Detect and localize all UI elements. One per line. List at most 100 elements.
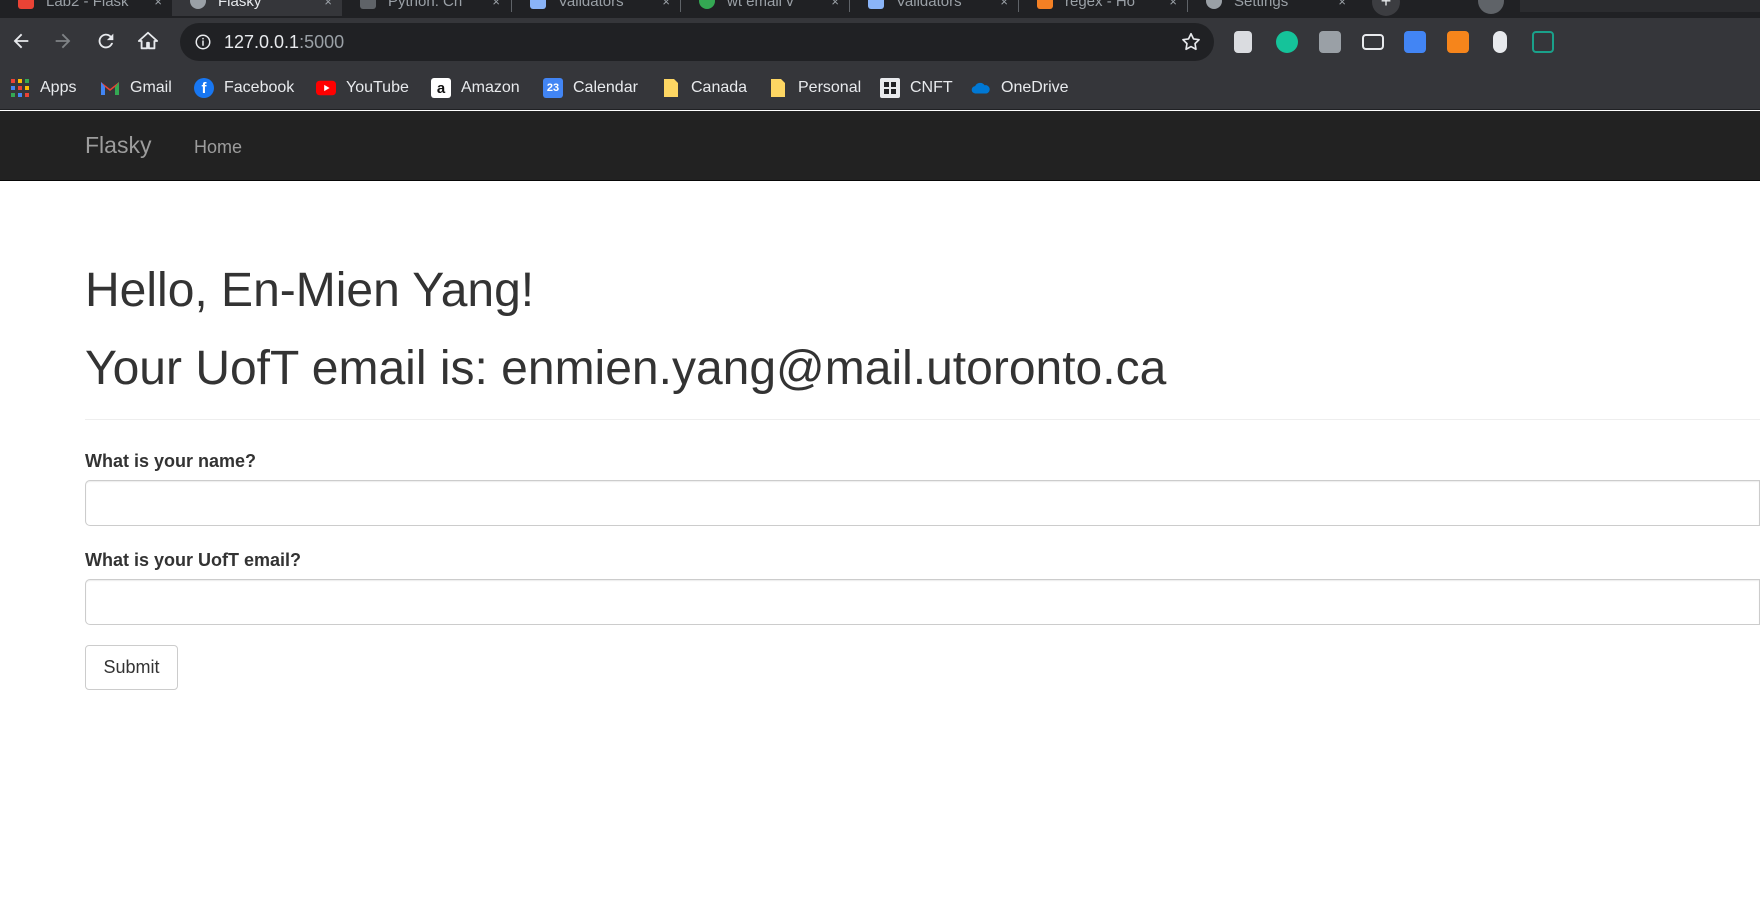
tab-title: Python: Ch [388,0,463,10]
bookmark-label: Gmail [130,79,172,96]
back-button[interactable] [6,26,36,56]
tab-flasky[interactable]: Flasky × [172,0,342,16]
tab-favicon-icon [530,0,546,9]
bookmark-label: YouTube [346,79,409,96]
info-icon[interactable] [194,33,212,51]
close-icon[interactable]: × [154,0,162,9]
window-controls [1520,0,1760,12]
bookmark-label: Canada [691,79,748,96]
apps-grid-icon [10,78,30,98]
tab-title: Flasky [218,0,262,10]
bookmark-label: Amazon [461,79,520,96]
bookmark-label: Facebook [224,79,295,96]
reload-button[interactable] [91,26,121,56]
tab-python[interactable]: Python: Ch × [342,0,510,16]
tab-validators-2[interactable]: Validators × [850,0,1018,16]
bookmark-canada[interactable]: Canada [661,75,747,101]
tab-favicon-icon [699,0,715,9]
email-heading: Your UofT email is: enmien.yang@mail.uto… [85,342,1167,395]
window-extension-icon[interactable] [1404,31,1426,53]
forward-arrow-icon [55,33,71,49]
gear-icon [1206,0,1222,9]
youtube-icon [316,78,336,98]
new-tab-button[interactable]: + [1372,0,1400,16]
tab-favicon-icon [868,0,884,9]
bookmark-apps[interactable]: Apps [10,75,76,101]
font-extension-icon[interactable] [1319,31,1341,53]
tab-title: Validators [558,0,624,10]
bookmark-gmail[interactable]: Gmail [100,75,172,101]
tab-favicon-icon [1037,0,1053,9]
back-arrow-icon [13,33,29,49]
calendar-icon: 23 [543,78,563,98]
close-icon[interactable]: × [324,0,332,9]
tab-title: Settings [1234,0,1289,10]
grammarly-icon[interactable] [1276,31,1298,53]
n-extension-icon[interactable] [1532,31,1554,53]
name-input[interactable] [85,480,1760,526]
tab-title: Validators [896,0,962,10]
bookmark-calendar[interactable]: 23 Calendar [543,75,638,101]
tab-settings[interactable]: Settings × [1188,0,1356,16]
bookmark-onedrive[interactable]: OneDrive [971,75,1069,101]
bookmarks-bar: Apps Gmail f Facebook YouTube a Amazon 2… [0,66,1760,110]
tab-favicon-icon [360,0,376,9]
bookmark-label: Calendar [573,79,638,96]
onedrive-icon [971,78,991,98]
amazon-icon: a [431,78,451,98]
close-icon[interactable]: × [1000,0,1008,9]
folder-icon [661,78,681,98]
url-text: 127.0.0.1:5000 [224,32,344,53]
reload-icon [98,33,114,49]
bookmark-facebook[interactable]: f Facebook [194,75,294,101]
metamask-icon[interactable] [1447,31,1469,53]
address-bar[interactable]: 127.0.0.1:5000 [180,23,1214,61]
clapper-icon[interactable] [1362,34,1384,50]
url-host: 127.0.0.1 [224,32,300,52]
name-label: What is your name? [85,451,257,471]
profile-avatar[interactable] [1478,0,1504,14]
url-port: :5000 [299,32,345,52]
bookmark-personal[interactable]: Personal [768,75,861,101]
close-icon[interactable]: × [831,0,839,9]
mouse-extension-icon[interactable] [1493,31,1507,53]
divider [85,419,1760,420]
bookmark-label: Personal [798,79,862,96]
gmail-icon [100,78,120,98]
bookmark-star-icon[interactable] [1180,31,1202,53]
nav-home-link[interactable]: Home [194,137,242,158]
facebook-icon: f [194,78,214,98]
forward-button[interactable] [48,26,78,56]
close-icon[interactable]: × [492,0,500,9]
tab-validators[interactable]: Validators × [512,0,680,16]
submit-button[interactable]: Submit [85,645,178,690]
close-icon[interactable]: × [1169,0,1177,9]
tab-favicon-icon [190,0,206,9]
home-button[interactable] [133,26,163,56]
home-icon [137,31,159,50]
browser-toolbar: 127.0.0.1:5000 [0,18,1760,66]
tab-regex[interactable]: regex - Ho × [1019,0,1187,16]
tab-strip: Lab2 - Flask × Flasky × Python: Ch × Val… [0,0,1760,18]
email-label: What is your UofT email? [85,550,302,570]
bookmark-amazon[interactable]: a Amazon [431,75,520,101]
close-icon[interactable]: × [662,0,670,9]
tab-favicon-icon [18,0,34,9]
bookmark-label: CNFT [910,79,953,96]
bookmark-label: Apps [40,79,77,96]
brand-link[interactable]: Flasky [85,132,151,159]
close-icon[interactable]: × [1338,0,1346,9]
page-extension-icon[interactable] [1234,31,1252,53]
greeting-heading: Hello, En-Mien Yang! [85,264,535,317]
folder-icon [768,78,788,98]
tab-wt-email[interactable]: wt email v × [681,0,849,16]
bookmark-cnft[interactable]: CNFT [880,75,953,101]
email-input[interactable] [85,579,1760,625]
tab-title: Lab2 - Flask [46,0,129,10]
tab-lab2[interactable]: Lab2 - Flask × [0,0,172,16]
bookmark-youtube[interactable]: YouTube [316,75,409,101]
site-navbar: Flasky Home [0,111,1760,181]
tab-title: wt email v [727,0,794,10]
bookmark-label: OneDrive [1001,79,1069,96]
cnft-icon [880,78,900,98]
